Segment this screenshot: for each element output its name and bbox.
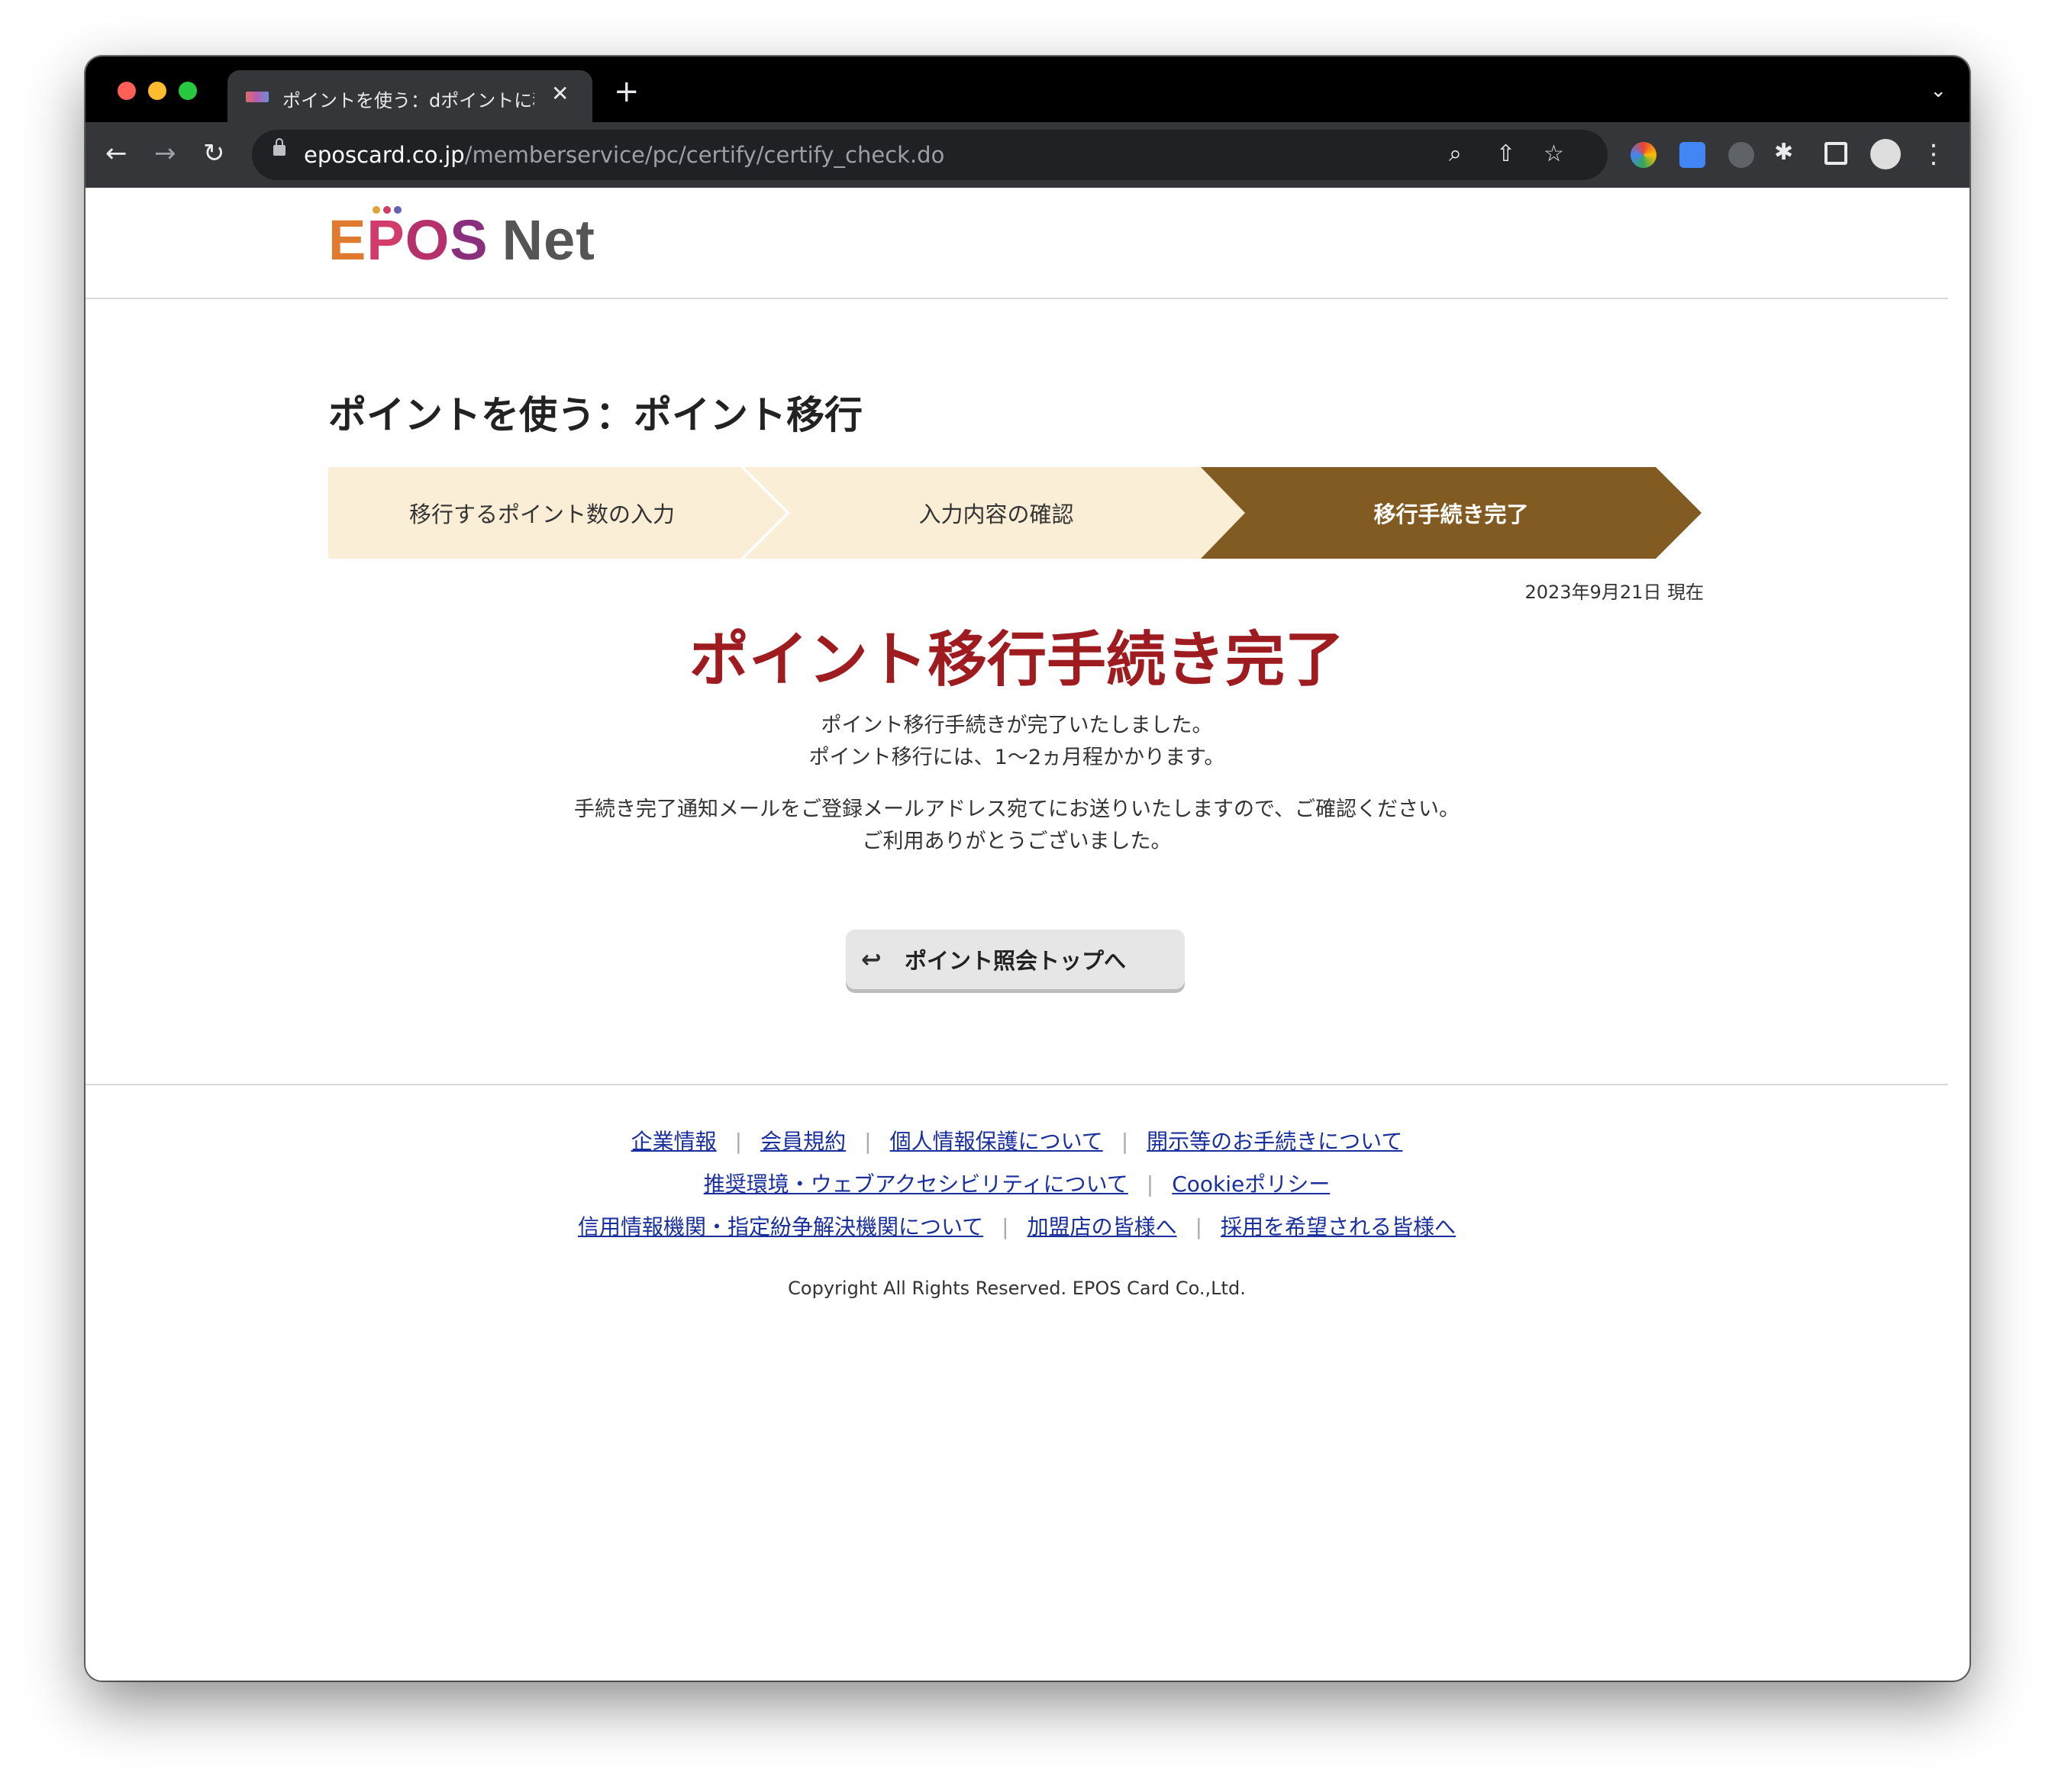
menu-kebab-icon[interactable]: ⋮ — [1921, 139, 1947, 169]
new-tab-button[interactable]: + — [614, 76, 640, 107]
message-line: ポイント移行には、1〜2ヵ月程かかります。 — [808, 746, 1225, 769]
step-1: 移行するポイント数の入力 — [328, 467, 786, 559]
back-to-points-top-button[interactable]: ↩ ポイント照会トップへ — [846, 930, 1185, 989]
footer-link-company[interactable]: 企業情報 — [631, 1129, 717, 1154]
logo-net-text: Net — [502, 208, 595, 272]
search-icon[interactable]: ⌕ — [1449, 140, 1462, 167]
completion-message: ポイント移行手続きが完了いたしました。 ポイント移行には、1〜2ヵ月程かかります… — [85, 710, 1948, 774]
maximize-window-button[interactable] — [179, 82, 197, 100]
message-line: ご利用ありがとうございました。 — [862, 830, 1172, 853]
active-tab[interactable]: ポイントを使う：dポイントに移行 ✕ — [227, 70, 592, 122]
return-arrow-icon: ↩ — [861, 945, 882, 974]
site-header: EPOS Net — [85, 188, 1948, 299]
step-2-label: 入力内容の確認 — [918, 501, 1074, 527]
side-panel-icon[interactable] — [1824, 142, 1847, 165]
footer-links-row-3: 信用情報機関・指定紛争解決機関について | 加盟店の皆様へ | 採用を希望される皆様へ — [577, 1214, 1457, 1239]
tab-title: ポイントを使う：dポイントに移行 — [282, 90, 534, 111]
footer-link-merchants[interactable]: 加盟店の皆様へ — [1028, 1214, 1177, 1239]
footer-links-row-2: 推奨環境・ウェブアクセシビリティについて | Cookieポリシー — [703, 1172, 1331, 1197]
color-extension-icon[interactable] — [1631, 142, 1657, 168]
footer-link-cookie[interactable]: Cookieポリシー — [1172, 1172, 1330, 1197]
chevron-down-icon[interactable]: ⌄ — [1930, 79, 1947, 102]
epos-net-logo[interactable]: EPOS Net — [328, 206, 595, 272]
forward-arrow-icon[interactable]: → — [154, 140, 176, 166]
as-of-date: 2023年9月21日 現在 — [1524, 582, 1704, 603]
footer-link-credit-bureau[interactable]: 信用情報機関・指定紛争解決機関について — [578, 1214, 983, 1239]
message-line: 手続き完了通知メールをご登録メールアドレス宛てにお送りいたしますので、ご確認くだ… — [574, 798, 1460, 821]
favicon-icon — [246, 92, 269, 102]
footer-link-terms[interactable]: 会員規約 — [760, 1129, 846, 1154]
completion-heading: ポイント移行手続き完了 — [689, 626, 1344, 695]
notification-message: 手続き完了通知メールをご登録メールアドレス宛てにお送りいたしますので、ご確認くだ… — [85, 794, 1948, 858]
back-arrow-icon[interactable]: ← — [105, 140, 127, 166]
close-window-button[interactable] — [118, 82, 136, 100]
message-line: ポイント移行手続きが完了いたしました。 — [821, 714, 1213, 737]
step-2: 入力内容の確認 — [744, 467, 1248, 559]
footer-link-environment[interactable]: 推奨環境・ウェブアクセシビリティについて — [704, 1172, 1128, 1197]
tab-strip: ポイントを使う：dポイントに移行 ✕ + ⌄ — [85, 56, 1970, 122]
back-button-label: ポイント照会トップへ — [904, 948, 1126, 974]
sync-extension-icon[interactable] — [1728, 142, 1754, 168]
page-content: EPOS Net ポイントを使う：ポイント移行 移行するポイント数の入力 入力内容… — [85, 188, 1948, 1681]
share-icon[interactable]: ⇧ — [1496, 140, 1515, 167]
address-bar[interactable]: eposcard.co.jp/memberservice/pc/certify/… — [252, 130, 1608, 180]
footer-link-careers[interactable]: 採用を希望される皆様へ — [1221, 1214, 1456, 1239]
step-3-current: 移行手続き完了 — [1201, 467, 1702, 559]
browser-toolbar: ← → ↻ eposcard.co.jp/memberservice/pc/ce… — [85, 122, 1970, 188]
footer-divider — [85, 1084, 1948, 1085]
footer-link-disclosure[interactable]: 開示等のお手続きについて — [1147, 1129, 1402, 1154]
close-tab-icon[interactable]: ✕ — [551, 81, 569, 106]
step-1-label: 移行するポイント数の入力 — [408, 501, 675, 527]
url-host: eposcard.co.jp — [304, 142, 465, 168]
profile-avatar[interactable] — [1870, 139, 1901, 169]
bookmark-star-icon[interactable]: ☆ — [1544, 140, 1564, 167]
puzzle-extensions-icon[interactable]: ✱ — [1774, 139, 1793, 166]
browser-window: ポイントを使う：dポイントに移行 ✕ + ⌄ ← → ↻ eposcard.co… — [85, 56, 1970, 1681]
url-path: /memberservice/pc/certify/certify_check.… — [464, 142, 945, 168]
copyright-text: Copyright All Rights Reserved. EPOS Card… — [788, 1278, 1246, 1299]
minimize-window-button[interactable] — [148, 82, 166, 100]
url-text[interactable]: eposcard.co.jp/memberservice/pc/certify/… — [304, 142, 944, 168]
logo-dots-icon — [373, 206, 402, 215]
lock-icon[interactable] — [273, 138, 286, 156]
footer-link-privacy[interactable]: 個人情報保護について — [890, 1129, 1103, 1154]
translate-extension-icon[interactable] — [1679, 142, 1705, 168]
progress-stepper: 移行するポイント数の入力 入力内容の確認 移行手続き完了 — [328, 467, 1702, 559]
footer-links-row-1: 企業情報 | 会員規約 | 個人情報保護について | 開示等のお手続きについて — [631, 1129, 1403, 1154]
reload-icon[interactable]: ↻ — [203, 140, 225, 166]
step-3-label: 移行手続き完了 — [1373, 501, 1529, 527]
page-title: ポイントを使う：ポイント移行 — [328, 393, 863, 437]
